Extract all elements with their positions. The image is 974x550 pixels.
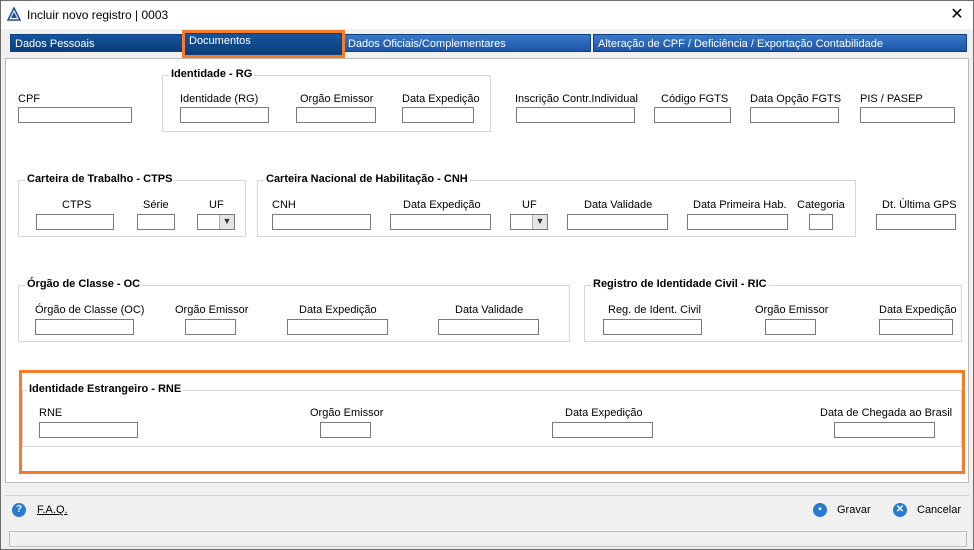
tab-label: Alteração de CPF / Deficiência / Exporta… (598, 38, 883, 50)
data-opcao-field[interactable] (750, 107, 839, 123)
cnh-group-title: Carteira Nacional de Habilitação - CNH (264, 173, 470, 185)
fgts-label: Código FGTS (661, 93, 729, 105)
help-icon: ? (12, 503, 26, 517)
oc-validade-field[interactable] (438, 319, 539, 335)
oc-data-field[interactable] (287, 319, 388, 335)
categoria-label: Categoria (797, 199, 845, 211)
tab-alteracao-cpf[interactable]: Alteração de CPF / Deficiência / Exporta… (593, 34, 967, 52)
chevron-down-icon[interactable]: ▼ (532, 215, 547, 229)
save-label: Gravar (837, 504, 871, 516)
uf-select[interactable]: ▼ (197, 214, 235, 230)
pis-label: PIS / PASEP (860, 93, 923, 105)
cnh-uf-select[interactable]: ▼ (510, 214, 548, 230)
rg-data-label: Data Expedição (402, 93, 480, 105)
pis-field[interactable] (860, 107, 955, 123)
ctps-field[interactable] (36, 214, 114, 230)
gps-field[interactable] (876, 214, 956, 230)
cnh-validade-label: Data Validade (584, 199, 653, 211)
tab-label: Dados Oficiais/Complementares (348, 38, 506, 50)
cpf-label: CPF (18, 93, 40, 105)
cancel-label: Cancelar (917, 504, 962, 516)
rne-highlight-box (19, 370, 965, 474)
tab-dados-oficiais[interactable]: Dados Oficiais/Complementares (343, 34, 591, 52)
faq-label: F.A.Q. (37, 504, 68, 516)
rg-group-title: Identidade - RG (169, 68, 255, 80)
ric-group-title: Registro de Identidade Civil - RIC (591, 278, 769, 290)
footer-divider (5, 495, 969, 496)
oc-label: Órgão de Classe (OC) (35, 304, 145, 316)
ric-data-field[interactable] (879, 319, 953, 335)
serie-label: Série (143, 199, 169, 211)
rg-label: Identidade (RG) (180, 93, 259, 105)
uf-label: UF (209, 199, 224, 211)
ric-orgao-field[interactable] (765, 319, 816, 335)
save-icon: ▪ (813, 503, 827, 517)
cnh-primeira-label: Data Primeira Hab. (693, 199, 787, 211)
inscricao-label: Inscrição Contr.Individual (515, 93, 638, 105)
rg-orgao-label: Orgão Emissor (300, 93, 374, 105)
ric-label: Reg. de Ident. Civil (608, 304, 701, 316)
cnh-validade-field[interactable] (567, 214, 668, 230)
oc-validade-label: Data Validade (455, 304, 524, 316)
cnh-data-label: Data Expedição (403, 199, 481, 211)
window-title: Incluir novo registro | 0003 (27, 8, 169, 22)
cnh-field[interactable] (272, 214, 371, 230)
cnh-data-field[interactable] (390, 214, 491, 230)
ric-orgao-label: Orgão Emissor (755, 304, 829, 316)
ric-field[interactable] (603, 319, 702, 335)
ric-data-label: Data Expedição (879, 304, 957, 316)
ctps-label: CTPS (62, 199, 92, 211)
serie-field[interactable] (137, 214, 175, 230)
oc-orgao-label: Orgão Emissor (175, 304, 249, 316)
tab-dados-pessoais[interactable]: Dados Pessoais (10, 34, 183, 52)
rg-field[interactable] (180, 107, 269, 123)
cnh-uf-label: UF (522, 199, 537, 211)
oc-field[interactable] (35, 319, 134, 335)
categoria-field[interactable] (809, 214, 833, 230)
rg-orgao-field[interactable] (296, 107, 376, 123)
dialog-window: Incluir novo registro | 0003 ✕ Dados Pes… (0, 0, 974, 550)
oc-group-title: Órgão de Classe - OC (25, 278, 143, 290)
title-bar: Incluir novo registro | 0003 ✕ (1, 1, 973, 29)
cancel-icon: ✕ (893, 503, 907, 517)
gps-label: Dt. Última GPS (882, 199, 957, 211)
app-icon (7, 7, 21, 21)
cpf-field[interactable] (18, 107, 132, 123)
chevron-down-icon[interactable]: ▼ (219, 215, 234, 229)
oc-orgao-field[interactable] (185, 319, 236, 335)
close-icon[interactable]: ✕ (941, 1, 973, 29)
rg-data-field[interactable] (402, 107, 474, 123)
cnh-primeira-field[interactable] (687, 214, 788, 230)
ctps-group-title: Carteira de Trabalho - CTPS (25, 173, 175, 185)
tab-label: Dados Pessoais (15, 38, 95, 50)
data-opcao-label: Data Opção FGTS (750, 93, 842, 105)
status-bar (9, 531, 967, 547)
cnh-label: CNH (272, 199, 296, 211)
fgts-field[interactable] (654, 107, 731, 123)
inscricao-field[interactable] (516, 107, 635, 123)
tab-highlight-box (182, 30, 345, 58)
oc-data-label: Data Expedição (299, 304, 377, 316)
